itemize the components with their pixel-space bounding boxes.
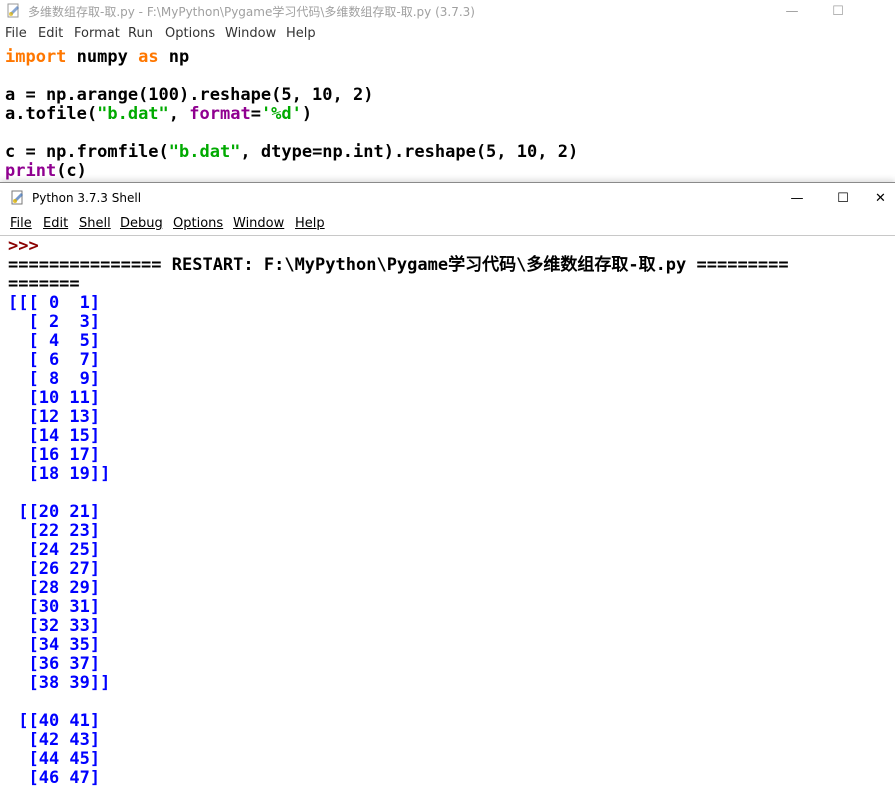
array-output-line: [44 45] xyxy=(8,749,101,769)
editor-menu-window[interactable]: Window xyxy=(225,26,276,41)
array-output-line: [32 33] xyxy=(8,616,101,636)
string-literal: "b.dat" xyxy=(97,104,169,124)
editor-window: 多维数组存取-取.py - F:\MyPython\Pygame学习代码\多维数… xyxy=(0,0,895,190)
array-output-line: [42 43] xyxy=(8,730,101,750)
code-line-4: a.tofile("b.dat", format='%d') xyxy=(5,105,312,124)
builtin-function: print xyxy=(5,161,57,181)
restart-banner: =============== RESTART: F:\MyPython\Pyg… xyxy=(8,255,789,275)
shell-menu-debug[interactable]: Debug xyxy=(120,216,163,231)
shell-maximize-button[interactable]: ☐ xyxy=(820,187,866,209)
code-line-7: print(c) xyxy=(5,162,87,181)
code-text: = xyxy=(250,104,261,124)
array-output-line: [24 25] xyxy=(8,540,101,560)
editor-minimize-button[interactable]: — xyxy=(769,0,815,22)
array-output-line: [[20 21] xyxy=(8,502,101,522)
shell-menu-window[interactable]: Window xyxy=(233,216,284,231)
keyword-argument: format xyxy=(189,104,251,124)
python-file-icon xyxy=(7,3,19,18)
code-text: , xyxy=(168,104,190,124)
array-output-line: [34 35] xyxy=(8,635,101,655)
code-line-3: a = np.arange(100).reshape(5, 10, 2) xyxy=(5,85,374,105)
python-file-icon xyxy=(11,190,23,205)
code-text: ) xyxy=(301,104,313,124)
shell-menu-file[interactable]: File xyxy=(10,216,32,231)
string-literal: '%d' xyxy=(260,104,302,124)
editor-menu-format[interactable]: Format xyxy=(74,26,120,41)
code-text: , dtype=np.int).reshape(5, 10, 2) xyxy=(240,142,579,162)
array-output-line: [ 4 5] xyxy=(8,331,101,351)
array-output-line: [30 31] xyxy=(8,597,101,617)
editor-menubar: File Edit Format Run Options Window Help xyxy=(0,24,895,44)
array-output-line: [18 19]] xyxy=(8,464,111,484)
shell-prompt: >>> xyxy=(8,236,39,256)
editor-title: 多维数组存取-取.py - F:\MyPython\Pygame学习代码\多维数… xyxy=(28,5,475,19)
shell-title: Python 3.7.3 Shell xyxy=(32,191,142,205)
shell-menu-edit[interactable]: Edit xyxy=(43,216,68,231)
array-output-line: [14 15] xyxy=(8,426,101,446)
editor-menu-edit[interactable]: Edit xyxy=(38,26,63,41)
array-output-line: [46 47] xyxy=(8,768,101,788)
array-output-line: [26 27] xyxy=(8,559,101,579)
editor-menu-options[interactable]: Options xyxy=(165,26,215,41)
code-text: numpy xyxy=(66,47,139,67)
array-output-line: [[40 41] xyxy=(8,711,101,731)
keyword: as xyxy=(138,47,159,67)
array-output-line: [ 2 3] xyxy=(8,312,101,332)
editor-menu-run[interactable]: Run xyxy=(128,26,153,41)
shell-minimize-button[interactable]: — xyxy=(774,187,820,209)
editor-code-area[interactable]: import numpy as np a = np.arange(100).re… xyxy=(0,46,895,190)
array-output-line: [[[ 0 1] xyxy=(8,293,101,313)
array-output-line: [38 39]] xyxy=(8,673,111,693)
editor-menu-help[interactable]: Help xyxy=(286,26,316,41)
code-line-6: c = np.fromfile("b.dat", dtype=np.int).r… xyxy=(5,143,578,162)
shell-menu-shell[interactable]: Shell xyxy=(79,216,111,231)
array-output-line: [22 23] xyxy=(8,521,101,541)
array-output-line: [16 17] xyxy=(8,445,101,465)
code-line-1: import numpy as np xyxy=(5,48,189,67)
editor-maximize-button[interactable]: ☐ xyxy=(815,0,861,22)
shell-menu-options[interactable]: Options xyxy=(173,216,223,231)
keyword: import xyxy=(5,47,67,67)
shell-menubar: File Edit Shell Debug Options Window Hel… xyxy=(0,213,895,235)
restart-banner-continued: ======= xyxy=(8,274,80,294)
code-text: a.tofile( xyxy=(5,104,98,124)
code-text: c = np.fromfile( xyxy=(5,142,169,162)
string-literal: "b.dat" xyxy=(168,142,241,162)
shell-close-button[interactable]: ✕ xyxy=(866,187,895,209)
code-text: np xyxy=(158,47,190,67)
shell-output-area[interactable]: >>> =============== RESTART: F:\MyPython… xyxy=(0,235,895,789)
array-output-line: [12 13] xyxy=(8,407,101,427)
shell-titlebar: Python 3.7.3 Shell — ☐ ✕ xyxy=(0,183,895,213)
editor-titlebar: 多维数组存取-取.py - F:\MyPython\Pygame学习代码\多维数… xyxy=(0,0,895,22)
array-output-line: [28 29] xyxy=(8,578,101,598)
shell-window: Python 3.7.3 Shell — ☐ ✕ File Edit Shell… xyxy=(0,182,895,789)
array-output-line: [ 8 9] xyxy=(8,369,101,389)
code-text: (c) xyxy=(56,161,87,181)
array-output-line: [36 37] xyxy=(8,654,101,674)
editor-menu-file[interactable]: File xyxy=(5,26,27,41)
array-output-line: [10 11] xyxy=(8,388,101,408)
array-output-line: [ 6 7] xyxy=(8,350,101,370)
shell-menu-help[interactable]: Help xyxy=(295,216,325,231)
